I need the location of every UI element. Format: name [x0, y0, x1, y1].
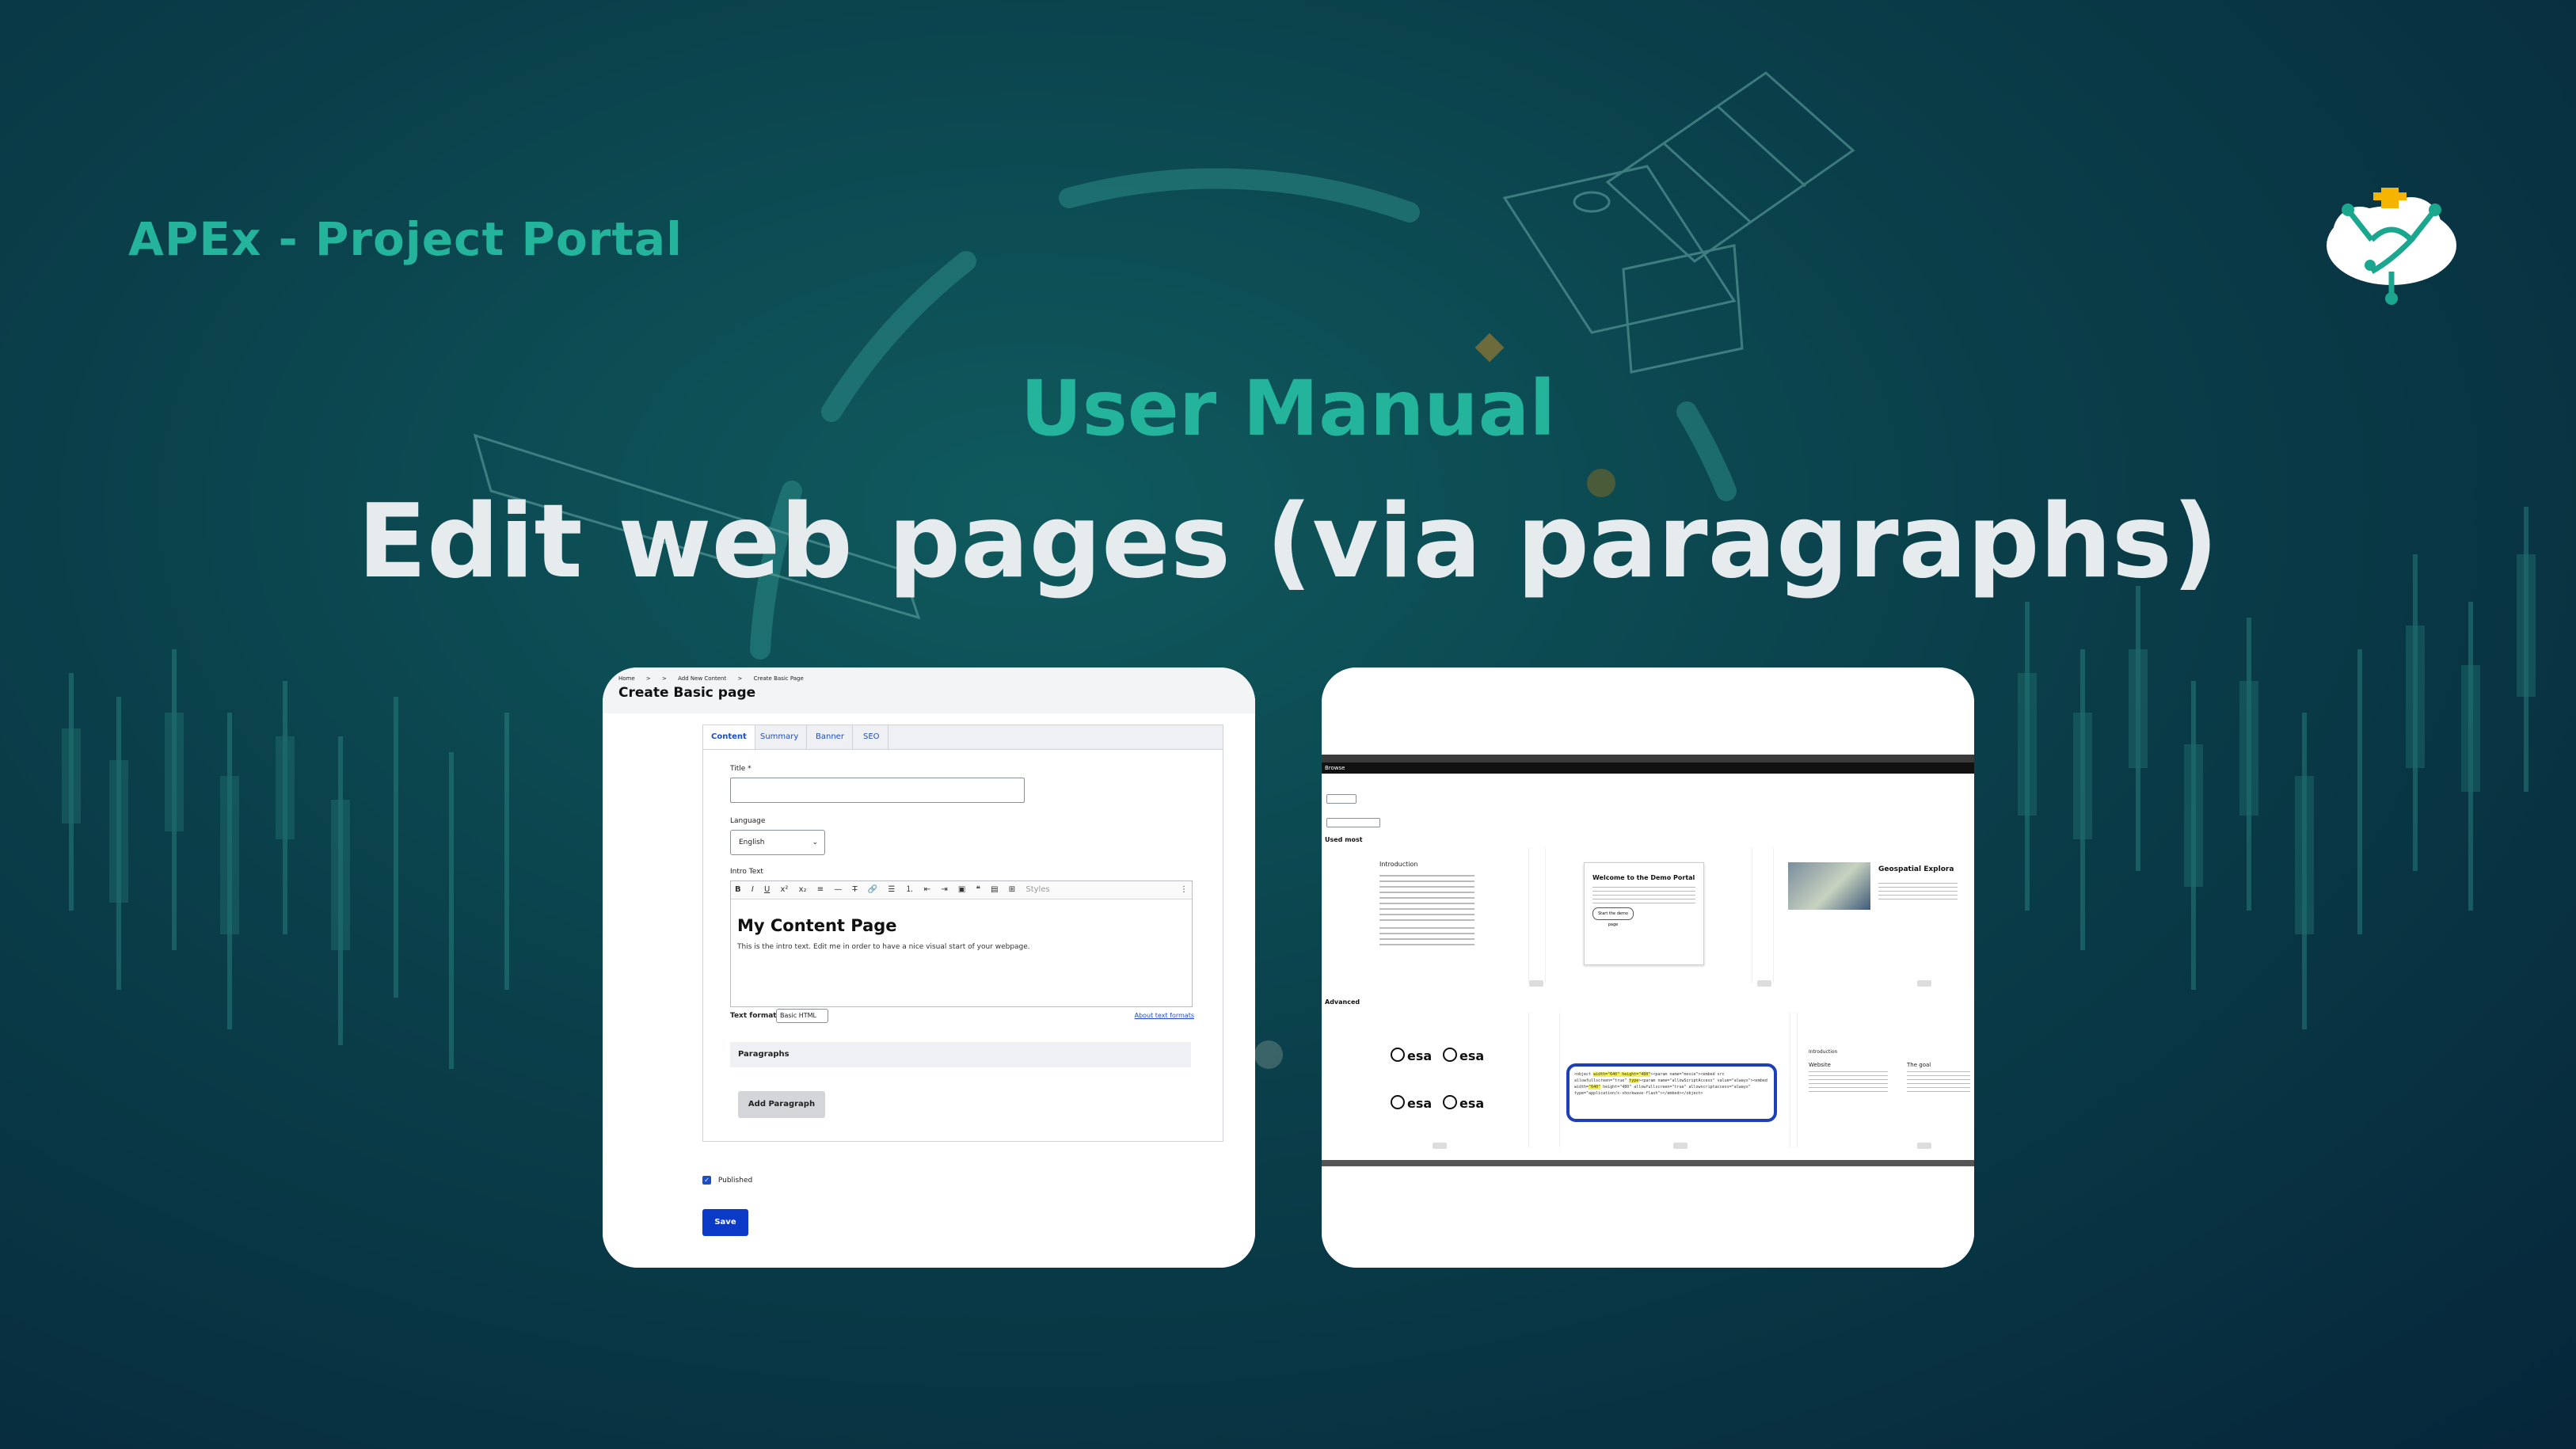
add-paragraph-button[interactable]: Add Paragraph: [738, 1091, 825, 1118]
superscript-icon[interactable]: x²: [780, 881, 788, 899]
checkbox-checked-icon[interactable]: ✓: [702, 1176, 711, 1185]
editor-toolbar: B I U x² x₂ ≡ — T̶ 🔗 ☰ ⒈ ⇤ ⇥ ▣ ❝ ▤ ⊞ Sty…: [731, 881, 1192, 899]
content-form: Content Summary Banner SEO Title * Langu…: [702, 724, 1223, 1142]
text-format-label: Text format: [730, 1012, 777, 1020]
numbered-list-icon[interactable]: ⒈: [906, 881, 914, 899]
outdent-icon[interactable]: ⇤: [924, 881, 930, 899]
intro-text-editor[interactable]: B I U x² x₂ ≡ — T̶ 🔗 ☰ ⒈ ⇤ ⇥ ▣ ❝ ▤ ⊞ Sty…: [730, 880, 1193, 1007]
add-button[interactable]: [1529, 980, 1543, 987]
editor-heading: My Content Page: [737, 916, 897, 935]
tab-banner[interactable]: Banner: [808, 725, 853, 749]
styles-dropdown[interactable]: Styles: [1025, 881, 1081, 899]
placeholder-text-lines: [1878, 883, 1958, 902]
add-button[interactable]: [1917, 1143, 1931, 1149]
welcome-preview: Welcome to the Demo Portal Start the dem…: [1584, 862, 1704, 965]
table-icon[interactable]: ⊞: [1009, 881, 1015, 899]
form-tabs: Content Summary Banner SEO: [703, 725, 1223, 750]
language-label: Language: [730, 817, 766, 825]
search-input[interactable]: [1326, 818, 1380, 827]
bold-icon[interactable]: B: [735, 881, 741, 899]
page-header: Home > > Add New Content > Create Basic …: [603, 667, 1255, 713]
title-input[interactable]: [730, 778, 1025, 803]
browse-header: Browse: [1322, 763, 1974, 774]
esa-logo: esa: [1391, 1095, 1432, 1111]
add-button[interactable]: [1917, 980, 1931, 987]
geospatial-image: [1788, 862, 1870, 910]
image-icon[interactable]: ▣: [958, 881, 965, 899]
placeholder-text-lines: [1592, 887, 1695, 904]
placeholder-text-lines: [1379, 927, 1474, 949]
paragraph-type-geospatial[interactable]: Geospatial Explora: [1773, 848, 1974, 983]
page-title: Create Basic page: [618, 685, 756, 701]
add-button[interactable]: [1433, 1143, 1447, 1149]
add-button[interactable]: [1757, 980, 1771, 987]
tab-summary[interactable]: Summary: [752, 725, 808, 749]
paragraphs-section: Paragraphs: [730, 1042, 1191, 1067]
source-icon[interactable]: ▤: [991, 881, 998, 899]
breadcrumb-home[interactable]: Home: [618, 675, 635, 682]
intro-text-label: Intro Text: [730, 868, 763, 876]
brand-title: APEx - Project Portal: [128, 212, 683, 266]
link-icon[interactable]: 🔗: [868, 881, 877, 899]
create-page-screenshot: Home > > Add New Content > Create Basic …: [603, 667, 1255, 1268]
breadcrumb-create-page: Create Basic Page: [753, 675, 804, 682]
underline-icon[interactable]: U: [764, 881, 770, 899]
save-button[interactable]: Save: [702, 1209, 748, 1236]
add-button[interactable]: [1673, 1143, 1688, 1149]
title-label: Title *: [730, 765, 751, 773]
blockquote-icon[interactable]: ❝: [976, 881, 980, 899]
slide-headline: Edit web pages (via paragraphs): [357, 483, 2219, 601]
filter-select[interactable]: [1326, 794, 1356, 804]
esa-logo: esa: [1391, 1048, 1432, 1063]
apex-logo-icon: [2327, 188, 2456, 305]
subscript-icon[interactable]: x₂: [799, 881, 807, 899]
paragraph-type-logos[interactable]: esa esa esa esa: [1322, 1013, 1529, 1147]
chevron-down-icon: ⌄: [812, 839, 818, 846]
published-checkbox-row[interactable]: ✓ Published: [702, 1176, 752, 1185]
embed-code-preview: <object width="640" height="480"><param …: [1566, 1063, 1777, 1122]
align-icon[interactable]: ≡: [817, 881, 824, 899]
horizontal-line-icon[interactable]: —: [834, 881, 842, 899]
breadcrumb: Home > > Add New Content > Create Basic …: [618, 675, 804, 682]
language-select[interactable]: English ⌄: [730, 830, 825, 855]
breadcrumb-add-content[interactable]: Add New Content: [678, 675, 726, 682]
slide-subtitle: User Manual: [1020, 364, 1556, 453]
about-text-formats-link[interactable]: About text formats: [1135, 1012, 1194, 1019]
used-most-heading: Used most: [1325, 836, 1363, 843]
editor-body: This is the intro text. Edit me in order…: [737, 943, 1030, 951]
browser-topbar: [1322, 755, 1974, 763]
advanced-heading: Advanced: [1325, 998, 1360, 1006]
tab-content[interactable]: Content: [703, 725, 755, 749]
browser-footer-bar: [1322, 1160, 1974, 1166]
tab-seo[interactable]: SEO: [855, 725, 888, 749]
paragraph-browser-screenshot: Browse Used most Introduction Welcome to…: [1322, 667, 1974, 1268]
paragraph-type-embed-code[interactable]: <object width="640" height="480"><param …: [1559, 1013, 1790, 1147]
more-options-icon[interactable]: ⋮: [1180, 881, 1188, 899]
paragraph-type-two-columns[interactable]: Introduction Website The goal: [1797, 1013, 1974, 1147]
published-label: Published: [717, 1177, 753, 1185]
clear-format-icon[interactable]: T̶: [852, 881, 857, 899]
esa-logo: esa: [1443, 1095, 1484, 1111]
paragraph-type-introduction[interactable]: Introduction: [1322, 848, 1529, 983]
text-format-select[interactable]: Basic HTML: [776, 1009, 828, 1023]
placeholder-text-lines: [1809, 1071, 1888, 1095]
paragraph-type-welcome[interactable]: Welcome to the Demo Portal Start the dem…: [1545, 848, 1752, 983]
italic-icon[interactable]: I: [751, 881, 754, 899]
placeholder-text-lines: [1907, 1071, 1970, 1095]
indent-icon[interactable]: ⇥: [941, 881, 947, 899]
bulleted-list-icon[interactable]: ☰: [888, 881, 895, 899]
esa-logo: esa: [1443, 1048, 1484, 1063]
placeholder-text-lines: [1379, 875, 1474, 922]
